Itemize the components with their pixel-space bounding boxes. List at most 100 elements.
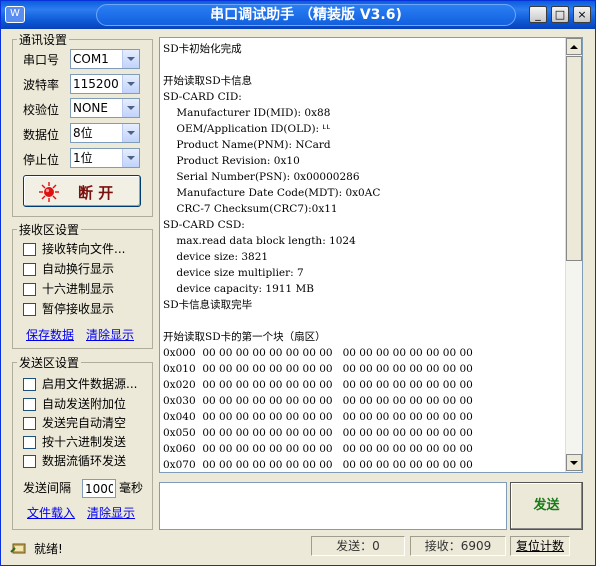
- receive-line: CRC-7 Checksum(CRC7):0x11: [163, 203, 338, 215]
- receive-line: Product Name(PNM): NCard: [163, 139, 331, 151]
- port-select[interactable]: COM1: [70, 49, 140, 69]
- receive-line: device size multiplier: 7: [163, 267, 304, 279]
- scroll-up-button[interactable]: [566, 38, 582, 55]
- chevron-down-icon[interactable]: [122, 149, 139, 167]
- stopbits-value: 1位: [73, 151, 93, 165]
- send-option-loop[interactable]: 数据流循环发送: [23, 452, 126, 470]
- receive-line: SD卡初始化完成: [163, 43, 242, 55]
- send-option-label: 自动发送附加位: [42, 397, 127, 411]
- received-count: 接收：6909: [410, 536, 506, 556]
- checkbox[interactable]: [23, 454, 36, 468]
- send-option-label: 发送完自动清空: [42, 416, 127, 430]
- receive-line: device capacity: 1911 MB: [163, 283, 314, 295]
- recv-option-label: 接收转向文件...: [42, 242, 126, 256]
- receive-line: 开始读取SD卡的第一个块（扇区）: [163, 331, 326, 343]
- scroll-thumb[interactable]: [566, 56, 582, 261]
- send-option-label: 按十六进制发送: [42, 435, 127, 449]
- chevron-down-icon: [570, 460, 578, 465]
- port-status-indicator-icon: [39, 182, 59, 202]
- receive-line: [163, 57, 563, 73]
- recv-option-pause[interactable]: 暂停接收显示: [23, 300, 114, 318]
- chevron-down-icon[interactable]: [122, 50, 139, 68]
- receive-line: OEM/Application ID(OLD): ᒻᒻ: [163, 123, 331, 135]
- receive-line: 0x060 00 00 00 00 00 00 00 00 00 00 00 0…: [163, 443, 473, 455]
- recv-option-wrap[interactable]: 自动换行显示: [23, 260, 114, 278]
- reset-count-button[interactable]: 复位计数: [510, 536, 570, 556]
- save-data-link[interactable]: 保存数据: [26, 326, 74, 343]
- scroll-down-button[interactable]: [566, 454, 582, 471]
- parity-label: 校验位: [23, 103, 60, 117]
- send-option-file-source[interactable]: 启用文件数据源...: [23, 375, 137, 393]
- checkbox[interactable]: [23, 282, 36, 296]
- checkbox[interactable]: [23, 435, 36, 449]
- checkbox[interactable]: [23, 397, 36, 411]
- chevron-down-icon[interactable]: [122, 75, 139, 93]
- status-app-icon: [10, 543, 26, 554]
- interval-input[interactable]: [82, 479, 116, 498]
- receive-textarea[interactable]: SD卡初始化完成 开始读取SD卡信息 SD-CARD CID: Manufactu…: [159, 37, 583, 473]
- system-menu-icon[interactable]: W: [5, 6, 25, 23]
- interval-unit: 毫秒: [119, 481, 144, 495]
- recv-option-label: 自动换行显示: [42, 262, 115, 276]
- receive-line: max.read data block length: 1024: [163, 235, 356, 247]
- recv-option-to-file[interactable]: 接收转向文件...: [23, 240, 125, 258]
- receive-line: Manufacturer ID(MID): 0x88: [163, 107, 331, 119]
- checkbox[interactable]: [23, 377, 36, 391]
- baud-select[interactable]: 115200: [70, 74, 140, 94]
- recv-option-hex[interactable]: 十六进制显示: [23, 280, 114, 298]
- receive-scrollbar[interactable]: [565, 38, 582, 472]
- parity-select[interactable]: NONE: [70, 98, 140, 118]
- checkbox[interactable]: [23, 416, 36, 430]
- receive-line: Serial Number(PSN): 0x00000286: [163, 171, 360, 183]
- checkbox[interactable]: [23, 242, 36, 256]
- databits-label: 数据位: [23, 128, 60, 142]
- port-value: COM1: [73, 52, 109, 66]
- send-input[interactable]: [159, 482, 507, 530]
- chevron-down-icon[interactable]: [122, 124, 139, 142]
- receive-line: device size: 3821: [163, 251, 269, 263]
- close-button[interactable]: ×: [573, 6, 591, 23]
- clear-send-link[interactable]: 清除显示: [87, 504, 135, 521]
- databits-select[interactable]: 8位: [70, 123, 140, 143]
- send-button[interactable]: 发送: [510, 482, 583, 530]
- open-close-port-label: 断 开: [78, 184, 114, 202]
- checkbox[interactable]: [23, 302, 36, 316]
- receive-line: 0x000 00 00 00 00 00 00 00 00 00 00 00 0…: [163, 347, 473, 359]
- open-close-port-button[interactable]: 断 开: [23, 175, 141, 207]
- receive-line: Product Revision: 0x10: [163, 155, 300, 167]
- minimize-button[interactable]: _: [529, 6, 547, 23]
- parity-value: NONE: [73, 101, 108, 115]
- receive-line: 0x040 00 00 00 00 00 00 00 00 00 00 00 0…: [163, 411, 473, 423]
- checkbox[interactable]: [23, 262, 36, 276]
- receive-line: 0x030 00 00 00 00 00 00 00 00 00 00 00 0…: [163, 395, 473, 407]
- receive-text: SD卡初始化完成 开始读取SD卡信息 SD-CARD CID: Manufactu…: [163, 41, 563, 469]
- receive-line: [163, 313, 563, 329]
- receive-line: Manufacture Date Code(MDT): 0x0AC: [163, 187, 381, 199]
- load-file-link[interactable]: 文件载入: [27, 504, 75, 521]
- send-option-label: 数据流循环发送: [42, 454, 127, 468]
- title-bar[interactable]: W 串口调试助手 （精装版 V3.6) _ □ ×: [1, 1, 595, 29]
- receive-line: 0x070 00 00 00 00 00 00 00 00 00 00 00 0…: [163, 459, 473, 469]
- maximize-button[interactable]: □: [551, 6, 569, 23]
- receive-line: SD-CARD CSD:: [163, 219, 245, 231]
- send-settings-title: 发送区设置: [19, 356, 80, 370]
- send-option-hex[interactable]: 按十六进制发送: [23, 433, 126, 451]
- window-title: 串口调试助手 （精装版 V3.6): [96, 4, 516, 26]
- baud-label: 波特率: [23, 78, 60, 92]
- clear-recv-link[interactable]: 清除显示: [86, 326, 134, 343]
- receive-line: SD-CARD CID:: [163, 91, 242, 103]
- send-option-autoclear[interactable]: 发送完自动清空: [23, 414, 126, 432]
- port-label: 串口号: [23, 53, 60, 67]
- chevron-down-icon[interactable]: [122, 99, 139, 117]
- stopbits-label: 停止位: [23, 153, 60, 167]
- send-option-append[interactable]: 自动发送附加位: [23, 395, 126, 413]
- databits-value: 8位: [73, 126, 93, 140]
- recv-option-label: 十六进制显示: [42, 282, 115, 296]
- recv-option-label: 暂停接收显示: [42, 302, 115, 316]
- chevron-up-icon: [570, 44, 578, 49]
- stopbits-select[interactable]: 1位: [70, 148, 140, 168]
- sent-count: 发送：0: [311, 536, 405, 556]
- baud-value: 115200: [73, 77, 119, 91]
- receive-line: SD卡信息读取完毕: [163, 299, 253, 311]
- receive-line: 0x010 00 00 00 00 00 00 00 00 00 00 00 0…: [163, 363, 473, 375]
